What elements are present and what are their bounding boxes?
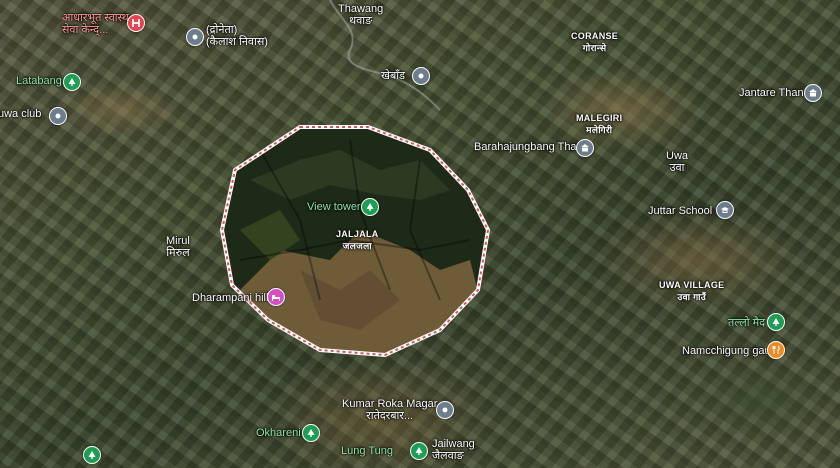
jaljala-ne: जलजला: [342, 241, 372, 251]
kumar-roka-line1: Kumar Roka Magar: [342, 398, 438, 410]
jailwang-en: Jailwang: [432, 438, 475, 450]
place-jailwang[interactable]: Jailwang जैलवाङ: [432, 438, 475, 462]
place-thawang[interactable]: Thawang थवाङ: [338, 3, 383, 27]
dronepta-line2: (कैलाश निवास): [206, 36, 268, 48]
place-jaljala[interactable]: JALJALA जलजला: [336, 228, 379, 252]
place-latabang[interactable]: Latabang: [16, 75, 62, 87]
place-uwa[interactable]: Uwa उवा: [666, 150, 688, 174]
health-post-line2: सेवा केन्द्...: [62, 24, 109, 36]
place-khebad[interactable]: खेबाँड: [381, 70, 405, 82]
tree-icon[interactable]: [83, 446, 101, 464]
place-marker-icon[interactable]: [49, 107, 67, 125]
place-marker-icon[interactable]: [412, 67, 430, 85]
mirul-en: Mirul: [166, 235, 190, 247]
place-lung-tung[interactable]: Lung Tung: [341, 445, 393, 457]
tree-icon[interactable]: [767, 313, 785, 331]
place-uwa-club[interactable]: uwa club: [0, 108, 41, 120]
place-thawang-ne: थवाङ: [349, 15, 373, 27]
place-malegiri[interactable]: MALEGIRI मलेगिरी: [576, 112, 622, 136]
hospital-icon[interactable]: [127, 14, 145, 32]
restaurant-icon[interactable]: [767, 341, 785, 359]
tree-icon[interactable]: [63, 73, 81, 91]
place-mirul[interactable]: Mirul मिरुल: [166, 235, 190, 259]
health-post-line1: आधारभूत स्वास्थ्: [62, 12, 129, 24]
tree-icon[interactable]: [302, 424, 320, 442]
satellite-map[interactable]: Thawang थवाङ आधारभूत स्वास्थ् सेवा केन्द…: [0, 0, 840, 468]
place-view-tower[interactable]: View tower: [307, 201, 361, 213]
coranse-en: CORANSE: [571, 31, 619, 41]
coranse-ne: गोरान्से: [582, 43, 607, 53]
dronepta-line1: (द्रोनेता): [206, 24, 238, 36]
malegiri-en: MALEGIRI: [576, 113, 623, 123]
place-marker-icon[interactable]: [186, 28, 204, 46]
mirul-ne: मिरुल: [166, 247, 190, 259]
school-icon[interactable]: [716, 201, 734, 219]
place-barahajungbang[interactable]: Barahajungbang Than: [474, 141, 583, 153]
place-juttar-school[interactable]: Juttar School: [648, 205, 712, 217]
tree-icon[interactable]: [410, 442, 428, 460]
place-tallo-maidan[interactable]: तल्लो मैद: [728, 317, 765, 329]
place-dronepta[interactable]: (द्रोनेता) (कैलाश निवास): [206, 24, 268, 48]
uwa-village-en: UWA VILLAGE: [659, 280, 725, 290]
place-coranse[interactable]: CORANSE गोरान्से: [571, 30, 618, 54]
place-marker-icon[interactable]: [436, 401, 454, 419]
place-uwa-village[interactable]: UWA VILLAGE उवा गाउँ: [659, 279, 724, 303]
place-dharampani[interactable]: Dharampani hill: [192, 292, 268, 304]
place-kumar-roka[interactable]: Kumar Roka Magar रातेदरबार...: [342, 398, 437, 422]
place-namcchigung[interactable]: Namcchigung gau: [682, 345, 771, 357]
bed-icon[interactable]: [267, 288, 285, 306]
jailwang-ne: जैलवाङ: [432, 450, 464, 462]
tree-icon[interactable]: [361, 198, 379, 216]
uwa-ne: उवा: [669, 162, 685, 174]
uwa-en: Uwa: [666, 150, 689, 162]
place-health-post[interactable]: आधारभूत स्वास्थ् सेवा केन्द्...: [62, 12, 129, 36]
place-thawang-en: Thawang: [338, 3, 384, 15]
jaljala-en: JALJALA: [336, 229, 379, 239]
temple-icon[interactable]: [576, 139, 594, 157]
kumar-roka-line2: रातेदरबार...: [366, 410, 414, 422]
temple-icon[interactable]: [804, 84, 822, 102]
uwa-village-ne: उवा गाउँ: [677, 292, 707, 302]
malegiri-ne: मलेगिरी: [586, 125, 613, 135]
place-jantare-than[interactable]: Jantare Than: [739, 87, 804, 99]
place-okhareni[interactable]: Okhareni: [256, 427, 301, 439]
